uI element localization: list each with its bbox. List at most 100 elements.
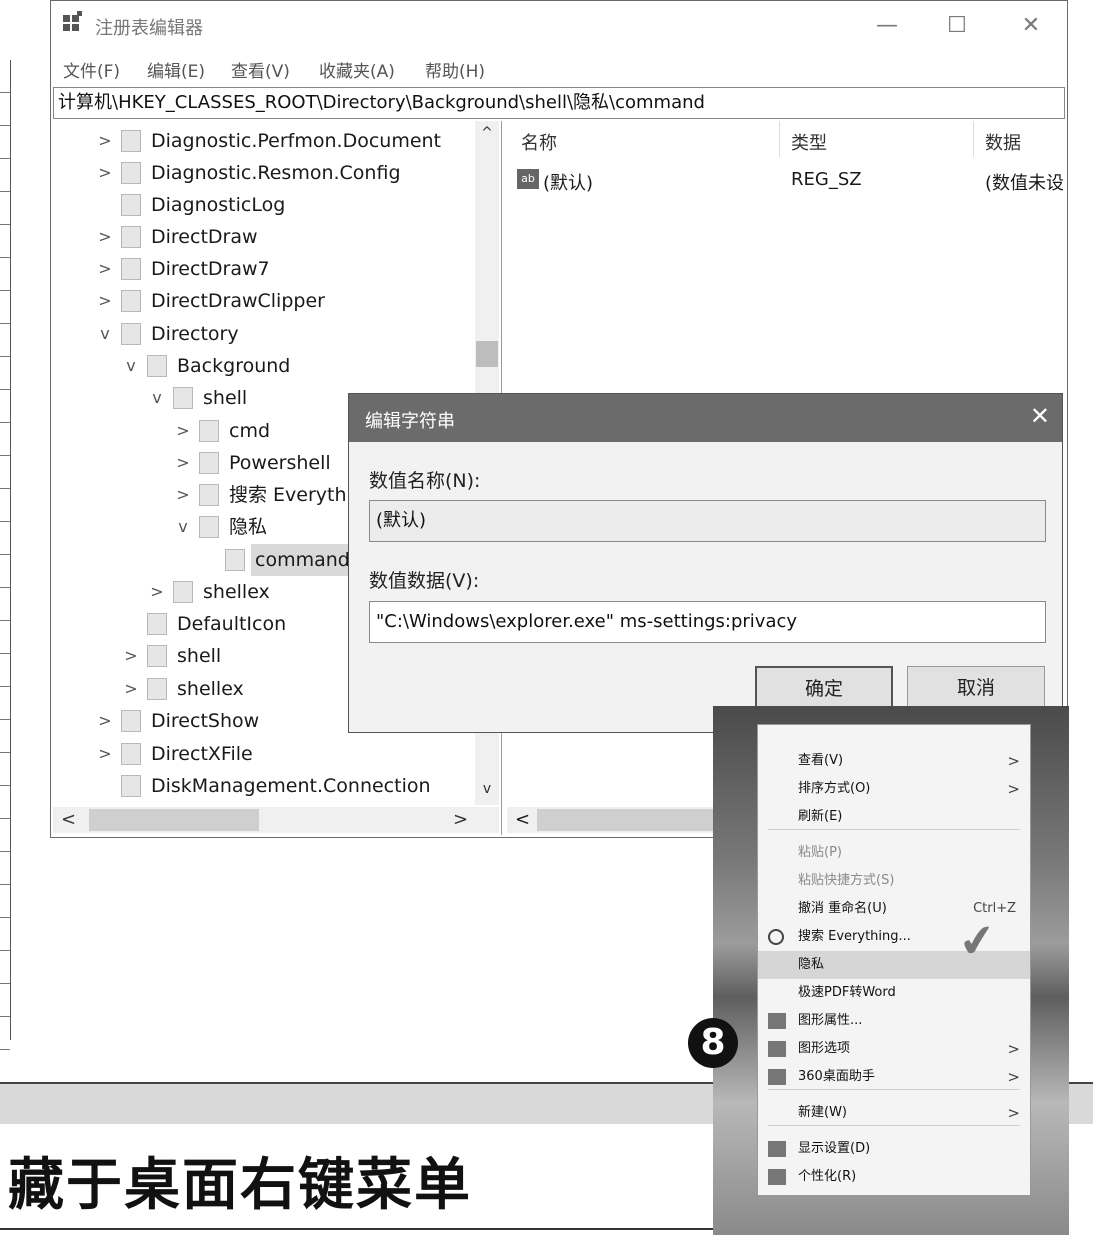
context-menu-item-label: 排序方式(O) [798,781,871,796]
chevron-right-icon: > [1007,1104,1020,1122]
scroll-down-icon[interactable]: v [475,781,499,797]
close-button[interactable]: ✕ [1013,9,1049,43]
chevron-right-icon[interactable]: > [149,576,165,608]
menu-file[interactable]: 文件(F) [63,57,120,82]
scroll-right-icon[interactable]: > [453,807,468,833]
tree-item-label: DirectDrawClipper [151,290,325,312]
value-data: (数值未设 [985,173,1065,194]
chevron-down-icon[interactable]: v [149,382,165,414]
chevron-right-icon[interactable]: > [123,673,139,705]
column-data[interactable]: 数据 [985,129,1021,155]
menu-help[interactable]: 帮助(H) [425,57,485,82]
value-data-field[interactable]: "C:\Windows\explorer.exe" ms-settings:pr… [369,601,1046,643]
context-menu-item[interactable]: 图形属性... [758,1007,1030,1035]
tree-item-label: 搜索 Everythin [229,484,364,506]
context-menu-item[interactable]: 新建(W) > [758,1099,1030,1127]
minimize-button[interactable]: — [869,9,905,43]
context-menu-item-label: 搜索 Everything... [798,929,911,944]
context-menu-item[interactable]: 粘贴(P) [758,839,1030,867]
tree-item-label: Diagnostic.Resmon.Config [151,162,401,184]
tree-item-label: DirectXFile [151,743,253,765]
tree-item-label: cmd [229,420,271,442]
context-menu-item[interactable]: 极速PDF转Word [758,979,1030,1007]
chevron-right-icon[interactable]: > [97,125,113,157]
menu-separator [768,1089,1020,1090]
context-menu-item[interactable]: 个性化(R) [758,1163,1030,1191]
dialog-title-bar[interactable]: 编辑字符串 ✕ [349,394,1062,442]
scroll-thumb[interactable] [476,341,498,367]
context-menu-item-label: 隐私 [798,957,825,972]
chevron-right-icon[interactable]: > [97,253,113,285]
folder-icon [173,387,193,409]
chevron-down-icon[interactable]: v [123,350,139,382]
menu-favorites[interactable]: 收藏夹(A) [319,57,395,82]
folder-icon [199,484,219,506]
maximize-button[interactable]: ☐ [939,9,975,43]
folder-icon [199,516,219,538]
scroll-thumb[interactable] [537,809,737,831]
chevron-right-icon[interactable]: > [97,157,113,189]
menu-edit[interactable]: 编辑(E) [147,57,205,82]
dialog-close-icon[interactable]: ✕ [1030,402,1050,430]
chevron-right-icon[interactable]: > [97,221,113,253]
folder-icon [121,258,141,280]
folder-icon [121,162,141,184]
checkmark-icon: ✔ [955,913,1000,970]
context-menu-item-label: 个性化(R) [798,1169,857,1184]
menu-separator [768,829,1020,830]
value-name[interactable]: (默认) [543,169,593,195]
folder-icon [147,678,167,700]
context-menu-item[interactable]: 图形选项 > [758,1035,1030,1063]
folder-icon [225,549,245,571]
tree-item-label: DiskManagement.Connection [151,775,431,797]
folder-icon [121,226,141,248]
value-name-field[interactable]: (默认) [369,500,1046,542]
360-icon [768,1069,786,1085]
article-heading: 藏于桌面右键菜单 [8,1153,472,1218]
context-menu-item-label: 撤消 重命名(U) [798,901,887,916]
tree-item-label: shellex [177,678,244,700]
context-menu-item-label: 图形选项 [798,1041,851,1056]
tree-horizontal-scrollbar[interactable]: < > [53,807,499,833]
desktop-screenshot: 查看(V) > 排序方式(O) > 刷新(E) 粘贴(P) 粘贴快捷方式(S) 撤消 重命名(… [713,706,1069,1235]
menu-view[interactable]: 查看(V) [231,57,290,82]
column-name[interactable]: 名称 [521,129,557,155]
chevron-right-icon[interactable]: > [97,705,113,737]
tree-item-label: DiagnosticLog [151,194,286,216]
context-menu-item[interactable]: 查看(V) > [758,747,1030,775]
context-menu-item[interactable]: 360桌面助手 > [758,1063,1030,1091]
chevron-right-icon[interactable]: > [175,415,191,447]
context-menu-item[interactable]: 显示设置(D) [758,1135,1030,1163]
edit-string-dialog: 编辑字符串 ✕ 数值名称(N): (默认) 数值数据(V): "C:\Windo… [348,393,1063,733]
context-menu-item[interactable]: 排序方式(O) > [758,775,1030,803]
context-menu-item[interactable]: 粘贴快捷方式(S) [758,867,1030,895]
window-title: 注册表编辑器 [95,18,203,39]
title-bar[interactable]: 注册表编辑器 — ☐ ✕ [51,1,1067,51]
scroll-thumb[interactable] [89,809,259,831]
chevron-right-icon[interactable]: > [123,640,139,672]
folder-icon [121,710,141,732]
search-icon [768,929,784,945]
chevron-right-icon[interactable]: > [97,738,113,770]
scroll-up-icon[interactable]: ^ [475,125,499,141]
chevron-right-icon[interactable]: > [175,447,191,479]
tree-item-label: command [251,544,354,576]
menu-bar: 文件(F) 编辑(E) 查看(V) 收藏夹(A) 帮助(H) [51,53,1067,83]
chevron-down-icon[interactable]: v [175,511,191,543]
chevron-right-icon[interactable]: > [97,285,113,317]
scroll-left-icon[interactable]: < [61,807,76,833]
tree-item-label: 隐私 [229,516,268,538]
cancel-button[interactable]: 取消 [907,666,1045,710]
chevron-right-icon[interactable]: > [175,479,191,511]
scroll-left-icon[interactable]: < [515,807,530,833]
context-menu-item-label: 粘贴快捷方式(S) [798,873,895,888]
context-menu-item-label: 查看(V) [798,753,844,768]
tree-item-label: DirectDraw7 [151,258,270,280]
column-type[interactable]: 类型 [791,129,827,155]
ok-button[interactable]: 确定 [755,666,893,710]
address-bar[interactable]: 计算机\HKEY_CLASSES_ROOT\Directory\Backgrou… [53,87,1065,119]
string-value-icon: ab [517,169,539,189]
chevron-down-icon[interactable]: v [97,318,113,350]
context-menu-item[interactable]: 刷新(E) [758,803,1030,831]
folder-icon [121,194,141,216]
